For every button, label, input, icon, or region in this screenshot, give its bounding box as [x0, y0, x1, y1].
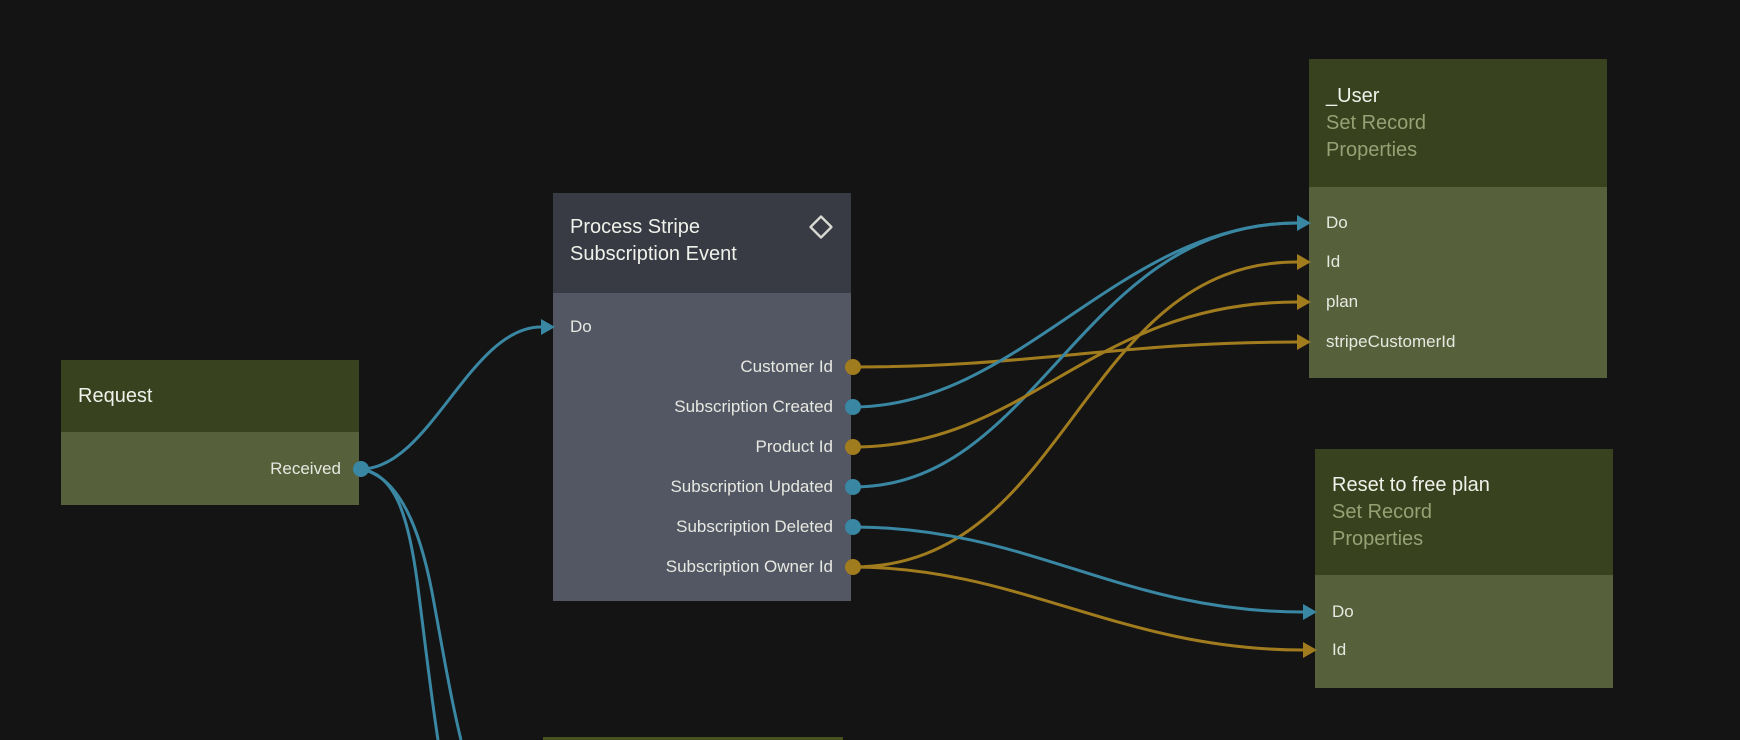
port-arrow-user-plan[interactable]	[1297, 294, 1311, 310]
edge-received-to-process-do[interactable]	[361, 327, 541, 469]
edge-received-to-bottom-2[interactable]	[361, 469, 461, 740]
port-dot-subscription-created[interactable]	[845, 399, 861, 415]
port-arrow-process-do[interactable]	[541, 319, 555, 335]
edge-customerid-to-stripecustomerid[interactable]	[853, 342, 1297, 367]
node-graph-canvas[interactable]: Request Received Process Stripe Subscrip…	[0, 0, 1740, 740]
edge-received-to-bottom-1[interactable]	[361, 469, 438, 740]
edge-productid-to-plan[interactable]	[853, 302, 1297, 447]
port-arrow-reset-do[interactable]	[1303, 604, 1317, 620]
edge-subcreated-to-user-do[interactable]	[853, 223, 1297, 407]
port-arrow-reset-id[interactable]	[1303, 642, 1317, 658]
port-dot-subscription-deleted[interactable]	[845, 519, 861, 535]
port-arrow-user-do[interactable]	[1297, 215, 1311, 231]
edge-subdeleted-to-reset-do[interactable]	[853, 527, 1303, 612]
port-dot-subscription-owner-id[interactable]	[845, 559, 861, 575]
port-arrow-user-stripecustomerid[interactable]	[1297, 334, 1311, 350]
port-dot-customer-id[interactable]	[845, 359, 861, 375]
port-dot-product-id[interactable]	[845, 439, 861, 455]
port-dot-subscription-updated[interactable]	[845, 479, 861, 495]
port-dot-received[interactable]	[353, 461, 369, 477]
port-arrow-user-id[interactable]	[1297, 254, 1311, 270]
connections-layer	[0, 0, 1740, 740]
